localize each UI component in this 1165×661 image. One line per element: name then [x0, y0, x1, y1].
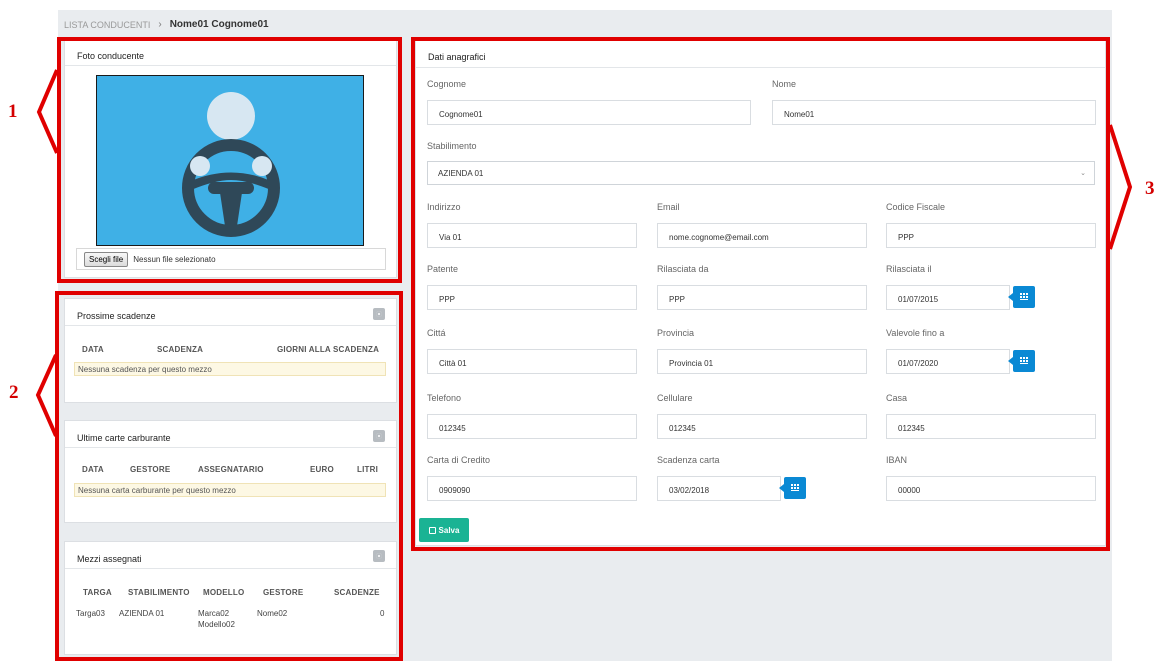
callout-2: 2: [9, 382, 19, 403]
annotation-braces: [35, 69, 1133, 437]
callout-1: 1: [8, 101, 18, 122]
callout-3: 3: [1145, 178, 1155, 199]
